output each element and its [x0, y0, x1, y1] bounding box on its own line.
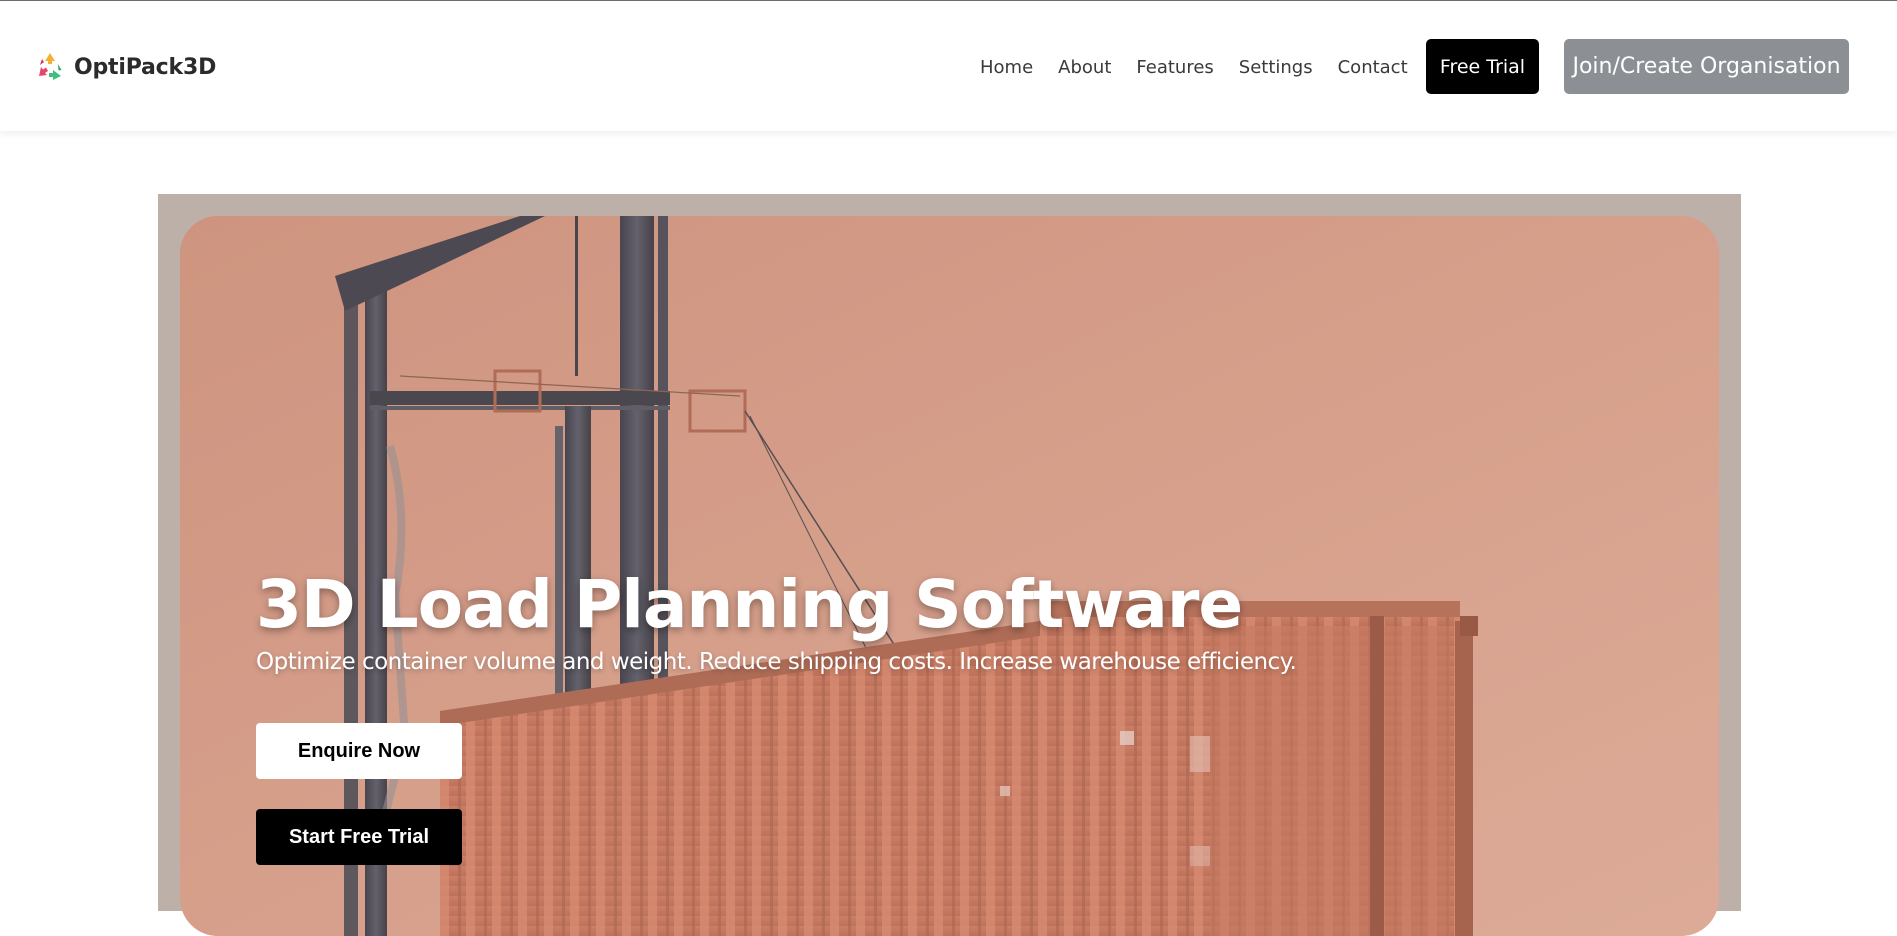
hero-subtitle: Optimize container volume and weight. Re…	[256, 649, 1297, 675]
hero-title: 3D Load Planning Software	[256, 566, 1243, 643]
hero-section: 3D Load Planning Software Optimize conta…	[180, 216, 1719, 936]
nav-link-about[interactable]: About	[1058, 57, 1111, 78]
nav-link-contact[interactable]: Contact	[1338, 57, 1408, 78]
free-trial-button[interactable]: Free Trial	[1426, 39, 1539, 94]
join-create-organisation-button[interactable]: Join/Create Organisation	[1564, 39, 1849, 94]
nav-links: Home About Features Settings Contact	[980, 53, 1433, 81]
recycle-arrows-icon	[39, 53, 62, 80]
nav-link-settings[interactable]: Settings	[1239, 57, 1313, 78]
brand[interactable]: OptiPack3D	[34, 50, 216, 84]
navbar: OptiPack3D Home About Features Settings …	[0, 1, 1897, 131]
enquire-now-button[interactable]: Enquire Now	[256, 723, 462, 779]
start-free-trial-button[interactable]: Start Free Trial	[256, 809, 462, 865]
hero-content: 3D Load Planning Software Optimize conta…	[256, 565, 1456, 865]
brand-name: OptiPack3D	[74, 54, 217, 80]
nav-link-features[interactable]: Features	[1136, 57, 1213, 78]
nav-link-home[interactable]: Home	[980, 57, 1033, 78]
